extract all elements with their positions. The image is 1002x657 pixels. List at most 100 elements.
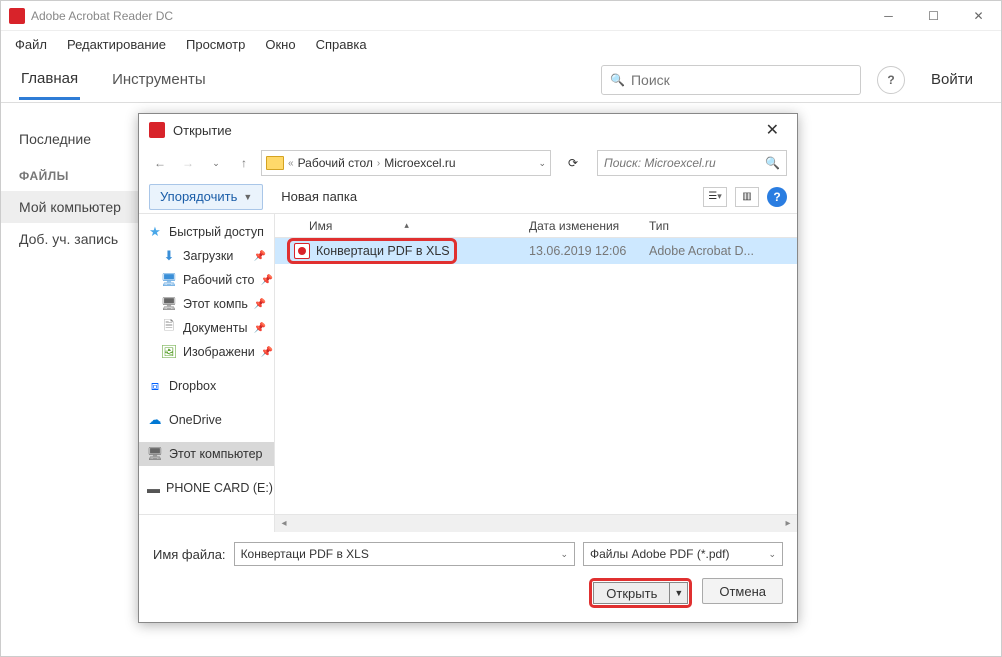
- path-box[interactable]: « Рабочий стол › Microexcel.ru ⌄: [261, 150, 551, 176]
- tree-label: Изображени: [183, 345, 255, 359]
- filename-value: Конвертаци PDF в XLS: [241, 547, 369, 561]
- nav-up-button[interactable]: ↑: [233, 152, 255, 174]
- filename-input[interactable]: Конвертаци PDF в XLS ⌄: [234, 542, 575, 566]
- dialog-title: Открытие: [173, 123, 758, 138]
- dropbox-icon: ⧈: [147, 378, 163, 394]
- cancel-button[interactable]: Отмена: [702, 578, 783, 604]
- tree-label: Документы: [183, 321, 247, 335]
- dialog-search-input[interactable]: [604, 156, 765, 170]
- open-dialog: Открытие ✕ ← → ⌄ ↑ « Рабочий стол › Micr…: [138, 113, 798, 623]
- open-split-button[interactable]: ▼: [670, 582, 688, 604]
- tree-images[interactable]: 🖼Изображени📌: [139, 340, 274, 364]
- dialog-titlebar: Открытие ✕: [139, 114, 797, 146]
- folder-icon: [266, 156, 284, 170]
- help-button[interactable]: ?: [877, 66, 905, 94]
- refresh-button[interactable]: ⟳: [561, 151, 585, 175]
- menu-view[interactable]: Просмотр: [180, 33, 251, 56]
- menu-window[interactable]: Окно: [259, 33, 301, 56]
- file-row[interactable]: Конвертаци PDF в XLS 13.06.2019 12:06 Ad…: [275, 238, 797, 264]
- signin-button[interactable]: Войти: [921, 65, 983, 94]
- dialog-help-button[interactable]: ?: [767, 187, 787, 207]
- tree-downloads[interactable]: ⬇Загрузки📌: [139, 244, 274, 268]
- file-name: Конвертаци PDF в XLS: [316, 244, 450, 258]
- menu-help[interactable]: Справка: [310, 33, 373, 56]
- pin-icon: 📌: [261, 347, 273, 358]
- crumb-folder[interactable]: Microexcel.ru: [384, 156, 455, 170]
- col-type[interactable]: Тип: [649, 219, 797, 233]
- search-input[interactable]: [631, 72, 852, 88]
- tree-documents[interactable]: 🗎Документы📌: [139, 316, 274, 340]
- highlight-annotation: Конвертаци PDF в XLS: [287, 238, 457, 264]
- tree-label: Быстрый доступ: [169, 225, 264, 239]
- path-dropdown-icon[interactable]: ⌄: [538, 158, 546, 169]
- menu-file[interactable]: Файл: [9, 33, 53, 56]
- onedrive-icon: ☁: [147, 412, 163, 428]
- tree-quick-access[interactable]: ★ Быстрый доступ: [139, 220, 274, 244]
- view-controls: ☰ ▾ ▥ ?: [703, 187, 787, 207]
- document-icon: 🗎: [161, 320, 177, 336]
- search-box[interactable]: 🔍: [601, 65, 861, 95]
- file-type: Adobe Acrobat D...: [649, 244, 797, 258]
- chevron-down-icon: ▼: [243, 192, 252, 202]
- tree-onedrive[interactable]: ☁OneDrive: [139, 408, 274, 432]
- app-icon: [9, 8, 25, 24]
- sidebar-my-computer[interactable]: Мой компьютер: [1, 191, 141, 223]
- toolbar: Главная Инструменты 🔍 ? Войти: [1, 57, 1001, 103]
- filetype-value: Файлы Adobe PDF (*.pdf): [590, 547, 730, 561]
- preview-pane-button[interactable]: ▥: [735, 187, 759, 207]
- open-button[interactable]: Открыть: [593, 582, 670, 604]
- maximize-button[interactable]: ☐: [911, 1, 956, 31]
- star-icon: ★: [147, 224, 163, 240]
- dialog-body: ★ Быстрый доступ ⬇Загрузки📌 🖥Рабочий сто📌…: [139, 214, 797, 514]
- tab-tools[interactable]: Инструменты: [110, 61, 208, 98]
- nav-forward-button[interactable]: →: [177, 152, 199, 174]
- scroll-track[interactable]: [293, 515, 779, 532]
- sidebar-recent[interactable]: Последние: [19, 123, 123, 155]
- nav-recent-button[interactable]: ⌄: [205, 152, 227, 174]
- tree-thispc-short[interactable]: 🖥Этот компь📌: [139, 292, 274, 316]
- sd-card-icon: ▬: [147, 480, 160, 496]
- chevron-down-icon: ⌄: [768, 549, 776, 560]
- sidebar-files-heading: ФАЙЛЫ: [19, 169, 123, 183]
- scroll-right-button[interactable]: ▸: [779, 515, 797, 532]
- pin-icon: 📌: [260, 275, 272, 286]
- nav-back-button[interactable]: ←: [149, 152, 171, 174]
- pin-icon: 📌: [254, 299, 266, 310]
- minimize-button[interactable]: ─: [866, 1, 911, 31]
- crumb-sep: «: [288, 158, 294, 169]
- tree-thispc[interactable]: 🖥Этот компьютер: [139, 442, 274, 466]
- crumb-arrow1: ›: [377, 158, 380, 169]
- file-pane: Имя▴ Дата изменения Тип Конвертаци PDF в…: [275, 214, 797, 514]
- col-date[interactable]: Дата изменения: [529, 219, 649, 233]
- sidebar-add-account[interactable]: Доб. уч. запись: [19, 223, 123, 255]
- filename-row: Имя файла: Конвертаци PDF в XLS ⌄ Файлы …: [153, 542, 783, 566]
- close-button[interactable]: ✕: [956, 1, 1001, 31]
- new-folder-button[interactable]: Новая папка: [281, 189, 357, 204]
- pc-icon: 🖥: [161, 296, 177, 312]
- pc-icon: 🖥: [147, 446, 163, 462]
- dialog-close-button[interactable]: ✕: [758, 116, 787, 144]
- tree-dropbox[interactable]: ⧈Dropbox: [139, 374, 274, 398]
- desktop-icon: 🖥: [161, 272, 177, 288]
- tree-desktop[interactable]: 🖥Рабочий сто📌: [139, 268, 274, 292]
- menu-edit[interactable]: Редактирование: [61, 33, 172, 56]
- col-name[interactable]: Имя▴: [275, 219, 529, 233]
- tree-phone-card[interactable]: ▬PHONE CARD (E:): [139, 476, 274, 500]
- view-mode-button[interactable]: ☰ ▾: [703, 187, 727, 207]
- file-name-cell: Конвертаци PDF в XLS: [275, 238, 529, 264]
- dialog-search-box[interactable]: 🔍: [597, 150, 787, 176]
- organize-label: Упорядочить: [160, 189, 237, 204]
- organize-button[interactable]: Упорядочить ▼: [149, 184, 263, 210]
- app-window: Adobe Acrobat Reader DC ─ ☐ ✕ Файл Редак…: [0, 0, 1002, 657]
- tab-home[interactable]: Главная: [19, 60, 80, 100]
- search-icon: 🔍: [610, 73, 625, 87]
- filetype-select[interactable]: Файлы Adobe PDF (*.pdf) ⌄: [583, 542, 783, 566]
- scroll-left-button[interactable]: ◂: [275, 515, 293, 532]
- horizontal-scrollbar[interactable]: ◂ ▸: [139, 514, 797, 532]
- pdf-icon: [294, 243, 310, 259]
- dialog-icon: [149, 122, 165, 138]
- filename-label: Имя файла:: [153, 547, 226, 562]
- titlebar: Adobe Acrobat Reader DC ─ ☐ ✕: [1, 1, 1001, 31]
- crumb-desktop[interactable]: Рабочий стол: [298, 156, 373, 170]
- chevron-down-icon[interactable]: ⌄: [560, 549, 568, 560]
